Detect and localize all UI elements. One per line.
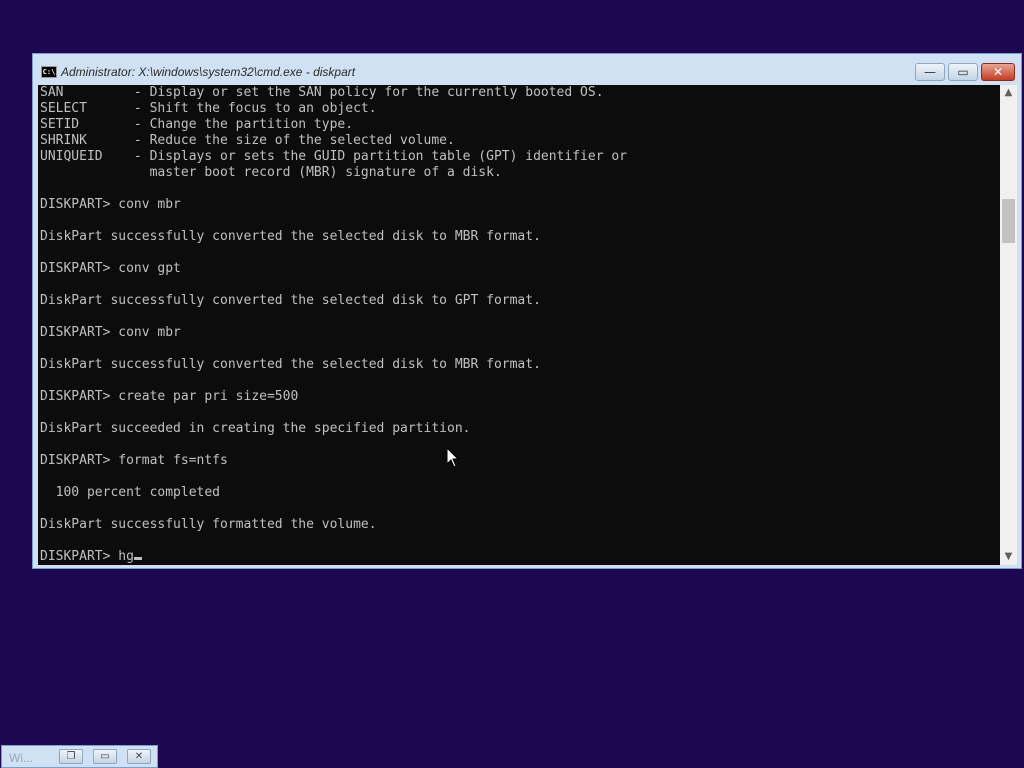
maximize-button[interactable]: ▭ [948, 63, 978, 81]
console-line: DiskPart successfully converted the sele… [40, 293, 541, 308]
console-line: SAN - Display or set the SAN policy for … [40, 85, 604, 100]
console-line: DISKPART> conv mbr [40, 197, 181, 212]
console-line: DiskPart successfully converted the sele… [40, 357, 541, 372]
command-prompt-line[interactable]: DISKPART> hg [38, 549, 1000, 565]
console-output[interactable]: SAN - Display or set the SAN policy for … [38, 85, 1000, 565]
prompt-text: DISKPART> [40, 549, 119, 564]
console-lines: SAN - Display or set the SAN policy for … [38, 85, 1000, 549]
close-button[interactable]: ✕ [127, 749, 151, 764]
console-line: DISKPART> conv gpt [40, 261, 181, 276]
console-line: SETID - Change the partition type. [40, 117, 354, 132]
console-line: DISKPART> create par pri size=500 [40, 389, 299, 404]
scroll-thumb[interactable] [1002, 199, 1015, 243]
vertical-scrollbar[interactable]: ▲ ▼ [1000, 85, 1017, 565]
console-line: 100 percent completed [40, 485, 221, 500]
console-line: DISKPART> conv mbr [40, 325, 181, 340]
console-line: DiskPart successfully formatted the volu… [40, 517, 377, 532]
text-cursor [133, 557, 142, 560]
maximize-button[interactable]: ▭ [93, 749, 117, 764]
cmd-app-icon[interactable]: C:\ [41, 66, 57, 78]
minimize-button[interactable]: — [915, 63, 945, 81]
scroll-down-button[interactable]: ▼ [1000, 549, 1017, 565]
command-input[interactable]: hg [118, 549, 134, 564]
minimized-window[interactable]: Wi... ❐ ▭ ✕ [1, 745, 158, 768]
cmd-window[interactable]: C:\ Administrator: X:\windows\system32\c… [32, 53, 1022, 569]
console-line: DiskPart succeeded in creating the speci… [40, 421, 471, 436]
console-line: master boot record (MBR) signature of a … [40, 165, 502, 180]
console-line: DiskPart successfully converted the sele… [40, 229, 541, 244]
mouse-pointer-icon [446, 447, 460, 468]
console-line: SHRINK - Reduce the size of the selected… [40, 133, 455, 148]
restore-button[interactable]: ❐ [59, 749, 83, 764]
minimized-window-title: Wi... [9, 751, 33, 765]
console-line: DISKPART> format fs=ntfs [40, 453, 228, 468]
close-button[interactable]: ✕ [981, 63, 1015, 81]
scroll-up-button[interactable]: ▲ [1000, 85, 1017, 101]
title-bar[interactable]: C:\ Administrator: X:\windows\system32\c… [33, 54, 1021, 84]
console-line: UNIQUEID - Displays or sets the GUID par… [40, 149, 627, 164]
console-line: SELECT - Shift the focus to an object. [40, 101, 377, 116]
window-title: Administrator: X:\windows\system32\cmd.e… [61, 65, 356, 79]
